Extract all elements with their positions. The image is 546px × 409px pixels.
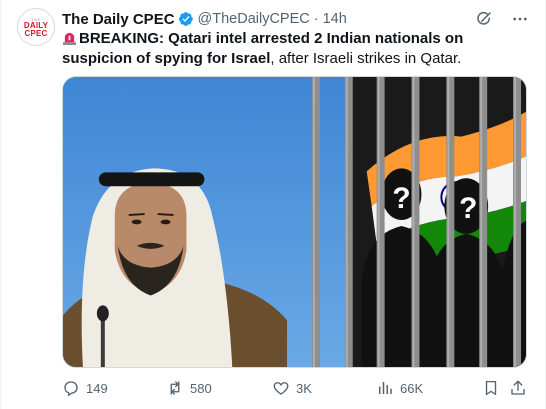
like-count: 3K xyxy=(296,380,312,396)
avatar-text-line2: CPEC xyxy=(24,28,48,38)
tweet-header: The Daily CPEC @TheDailyCPEC · 14h xyxy=(62,9,347,29)
repost-icon xyxy=(170,381,180,395)
views-button[interactable]: 66K xyxy=(376,376,423,400)
author-name[interactable]: The Daily CPEC xyxy=(62,11,175,28)
question-mark-2: ? xyxy=(459,192,477,225)
tweet-text-lead: BREAKING: xyxy=(79,30,169,47)
tweet-text-rest: , after Israeli strikes in Qatar. xyxy=(270,50,462,67)
avatar[interactable]: THE DAILY CPEC xyxy=(17,8,55,46)
media-illustration: ? ? xyxy=(63,77,526,367)
header-actions xyxy=(475,10,529,28)
verified-badge-icon xyxy=(178,12,193,26)
views-icon xyxy=(379,382,392,394)
share-icon xyxy=(511,380,525,395)
author-handle[interactable]: @TheDailyCPEC xyxy=(198,11,310,27)
separator-dot: · xyxy=(313,11,319,27)
like-button[interactable]: 3K xyxy=(272,376,312,400)
share-button[interactable] xyxy=(509,376,527,400)
tweet-text: BREAKING: Qatari intel arrested 2 Indian… xyxy=(62,29,532,69)
bookmark-icon xyxy=(485,380,497,396)
siren-icon xyxy=(62,32,77,45)
repost-button[interactable]: 580 xyxy=(166,376,212,400)
reply-button[interactable]: 149 xyxy=(62,376,108,400)
timestamp[interactable]: 14h xyxy=(323,11,347,27)
tweet-actions: 149 580 3K 66K xyxy=(62,376,527,400)
grok-icon[interactable] xyxy=(475,10,493,28)
like-icon xyxy=(273,382,289,395)
more-icon[interactable] xyxy=(511,10,529,28)
tweet-media-image[interactable]: ? ? xyxy=(62,76,527,368)
reply-icon xyxy=(64,381,78,397)
bookmark-button[interactable] xyxy=(482,376,500,400)
reply-count: 149 xyxy=(86,380,108,396)
tweet-card[interactable]: THE DAILY CPEC The Daily CPEC @TheDailyC… xyxy=(0,0,546,409)
question-mark-1: ? xyxy=(392,182,410,215)
repost-count: 580 xyxy=(190,380,212,396)
views-count: 66K xyxy=(400,380,424,396)
